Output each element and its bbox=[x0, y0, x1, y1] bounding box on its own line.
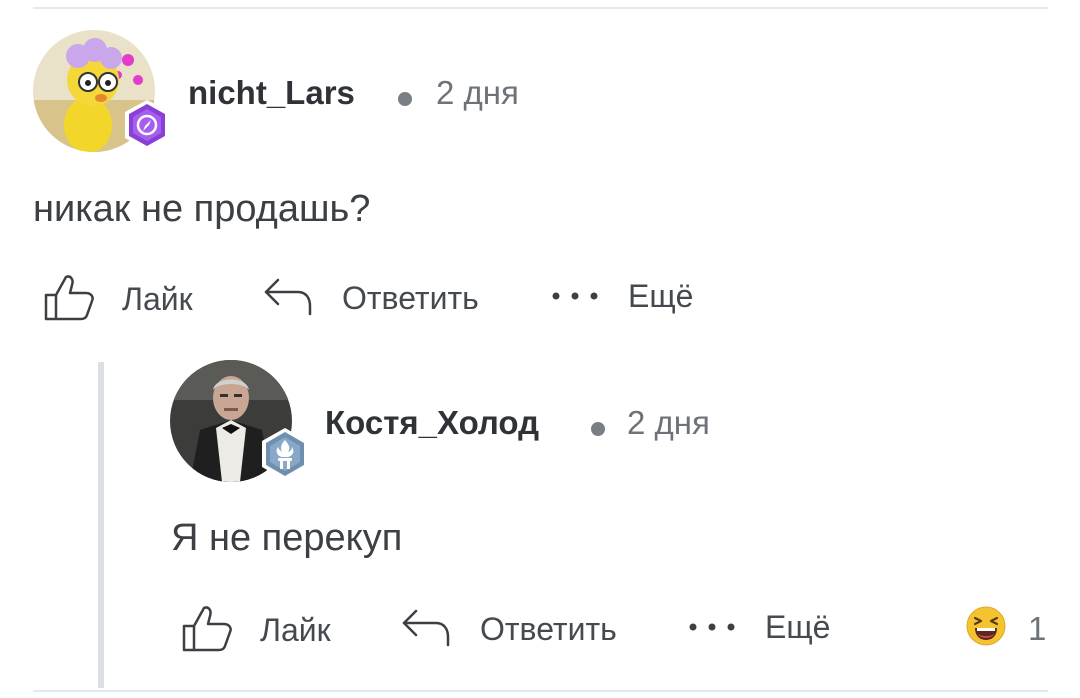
reaction-count: 1 bbox=[1028, 609, 1047, 647]
separator-dot bbox=[398, 92, 412, 106]
reply-label: Ответить bbox=[480, 611, 617, 647]
reply-arrow-icon bbox=[400, 607, 452, 652]
more-dots-icon bbox=[689, 619, 735, 637]
reply-button[interactable]: Ответить bbox=[400, 607, 617, 652]
timestamp: 2 дня bbox=[627, 404, 710, 441]
comment-text: никак не продашь? bbox=[33, 188, 371, 230]
thumbs-up-icon bbox=[180, 604, 234, 657]
more-button[interactable]: Ещё bbox=[552, 278, 693, 315]
more-button[interactable]: Ещё bbox=[689, 609, 830, 646]
comment-text: Я не перекуп bbox=[171, 517, 403, 559]
timestamp: 2 дня bbox=[436, 74, 519, 111]
thread-line bbox=[98, 362, 104, 688]
laughing-emoji-icon bbox=[966, 606, 1006, 651]
like-label: Лайк bbox=[260, 612, 331, 648]
more-label: Ещё bbox=[765, 609, 831, 645]
reaction[interactable]: 1 bbox=[966, 606, 1046, 651]
username[interactable]: nicht_Lars bbox=[188, 74, 355, 112]
more-dots-icon bbox=[552, 288, 598, 306]
separator-dot bbox=[591, 422, 605, 436]
bottom-divider bbox=[33, 690, 1048, 692]
reply-arrow-icon bbox=[262, 276, 314, 321]
username[interactable]: Костя_Холод bbox=[325, 404, 539, 442]
reply-label: Ответить bbox=[342, 280, 479, 316]
thumbs-up-icon bbox=[42, 273, 96, 326]
top-divider bbox=[33, 7, 1048, 9]
more-label: Ещё bbox=[628, 278, 694, 314]
reply-button[interactable]: Ответить bbox=[262, 276, 479, 321]
like-button[interactable]: Лайк bbox=[180, 604, 331, 657]
user-badge-icon bbox=[258, 426, 312, 482]
like-label: Лайк bbox=[122, 281, 193, 317]
user-badge-icon bbox=[121, 98, 173, 152]
like-button[interactable]: Лайк bbox=[42, 273, 193, 326]
